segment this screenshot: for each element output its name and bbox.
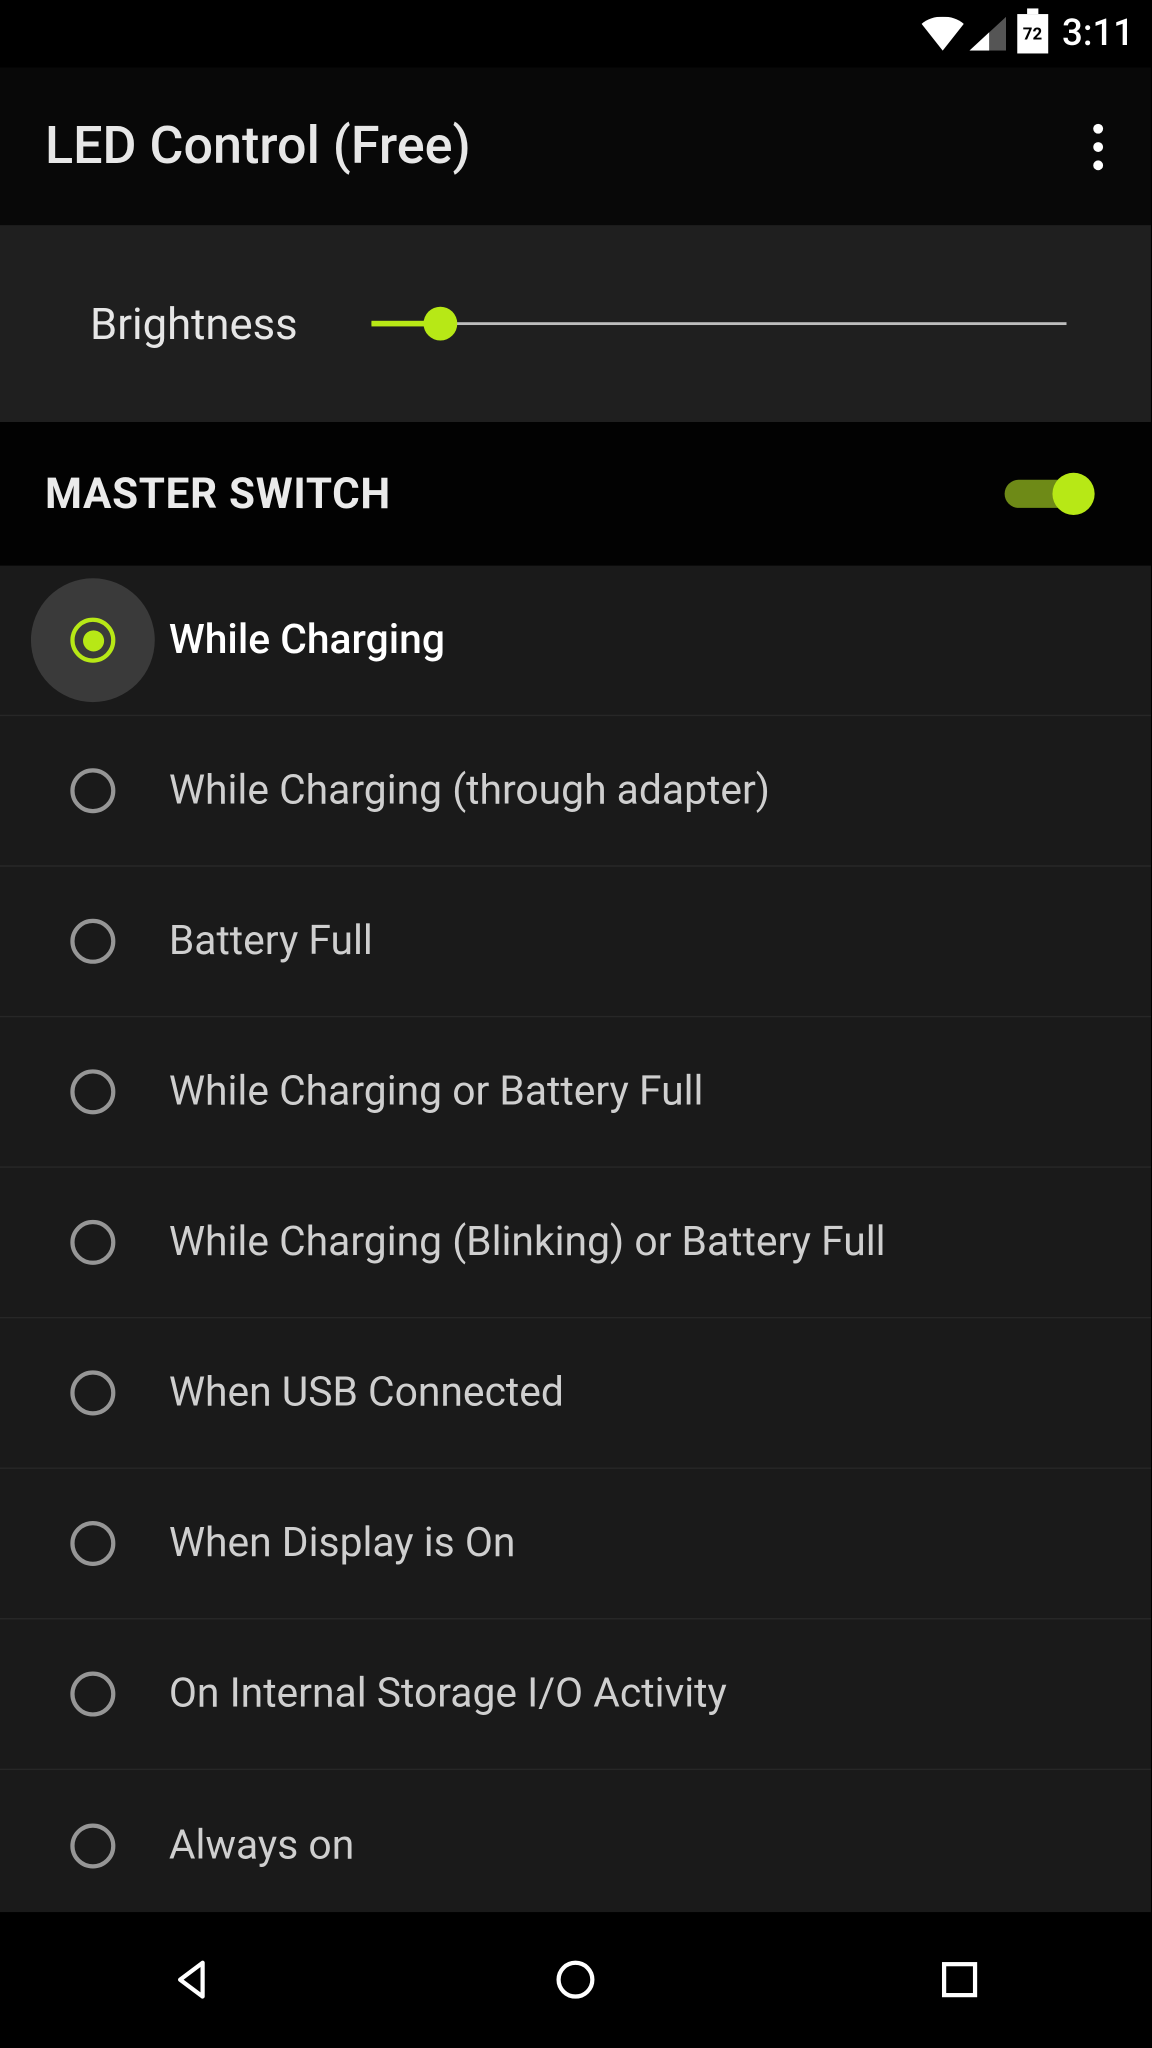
home-button[interactable]: [542, 1946, 610, 2014]
option-label: When USB Connected: [169, 1369, 564, 1417]
option-row[interactable]: While Charging or Battery Full: [0, 1017, 1151, 1168]
option-row[interactable]: While Charging: [0, 566, 1151, 717]
radio-icon: [70, 1069, 115, 1114]
radio-icon: [70, 1370, 115, 1415]
cell-signal-icon: [969, 17, 1006, 51]
option-row[interactable]: On Internal Storage I/O Activity: [0, 1619, 1151, 1770]
option-label: While Charging (Blinking) or Battery Ful…: [169, 1218, 886, 1266]
status-bar: 72 3:11: [0, 0, 1151, 68]
brightness-slider[interactable]: [371, 307, 1067, 341]
master-switch-toggle[interactable]: [1005, 473, 1095, 515]
option-row[interactable]: Always on: [0, 1770, 1151, 1921]
slider-track: [371, 322, 1067, 325]
option-row[interactable]: When USB Connected: [0, 1318, 1151, 1469]
option-row[interactable]: Battery Full: [0, 867, 1151, 1018]
master-switch-label: MASTER SWITCH: [45, 469, 391, 518]
radio-icon: [70, 1220, 115, 1265]
options-list: While Charging While Charging (through ad…: [0, 566, 1151, 1921]
radio-icon: [70, 1521, 115, 1566]
option-label: When Display is On: [169, 1520, 516, 1568]
option-label: While Charging or Battery Full: [169, 1068, 704, 1116]
page-title: LED Control (Free): [45, 116, 471, 177]
option-row[interactable]: When Display is On: [0, 1469, 1151, 1620]
option-label: On Internal Storage I/O Activity: [169, 1670, 727, 1718]
option-label: While Charging: [169, 616, 445, 664]
option-label: Battery Full: [169, 917, 373, 965]
nav-bar: [0, 1912, 1151, 2047]
slider-thumb-icon[interactable]: [423, 307, 457, 341]
brightness-panel: Brightness: [0, 225, 1151, 422]
option-row[interactable]: While Charging (Blinking) or Battery Ful…: [0, 1168, 1151, 1319]
battery-icon: 72: [1017, 14, 1048, 53]
radio-icon: [70, 1823, 115, 1868]
radio-icon: [70, 768, 115, 813]
radio-icon: [70, 618, 115, 663]
recent-apps-button[interactable]: [925, 1946, 993, 2014]
option-label: Always on: [169, 1821, 354, 1869]
switch-thumb-icon: [1052, 473, 1094, 515]
option-row[interactable]: While Charging (through adapter): [0, 716, 1151, 867]
back-button[interactable]: [158, 1946, 226, 2014]
overflow-menu-button[interactable]: [1085, 106, 1112, 186]
battery-percent: 72: [1023, 24, 1042, 44]
clock: 3:11: [1062, 13, 1134, 55]
app-bar: LED Control (Free): [0, 68, 1151, 226]
brightness-label: Brightness: [90, 298, 298, 350]
master-switch-row: MASTER SWITCH: [0, 422, 1151, 566]
radio-icon: [70, 1672, 115, 1717]
radio-icon: [70, 919, 115, 964]
wifi-icon: [921, 17, 963, 51]
radio-dot-icon: [82, 630, 103, 651]
option-label: While Charging (through adapter): [169, 767, 770, 815]
